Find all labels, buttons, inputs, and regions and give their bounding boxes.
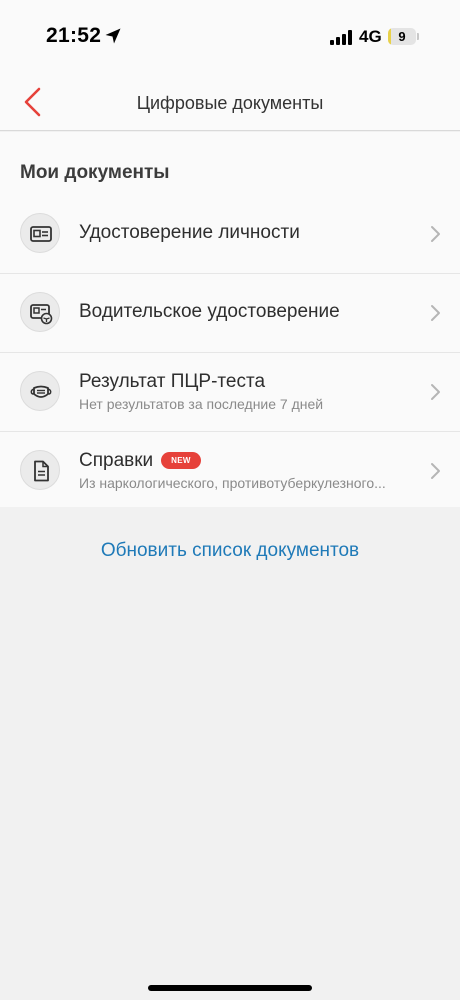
document-title: Результат ПЦР-теста xyxy=(79,371,266,392)
status-bar: 21:52 4G 9 xyxy=(0,0,460,72)
status-time: 21:52 xyxy=(46,24,102,47)
chevron-right-icon xyxy=(431,384,440,400)
document-item-pcr-test[interactable]: Результат ПЦР-теста Нет результатов за п… xyxy=(0,352,460,431)
battery-icon: 9 xyxy=(388,28,419,45)
document-item-driver-license[interactable]: Водительское удостоверение xyxy=(0,273,460,352)
page-title: Цифровые документы xyxy=(136,93,324,113)
document-list: Удостоверение личности Водительское удос… xyxy=(0,194,460,510)
signal-strength-icon xyxy=(330,30,352,45)
mask-icon xyxy=(20,371,60,411)
screen: 21:52 4G 9 Цифровые документы Мои докуме… xyxy=(0,0,460,1000)
id-card-icon xyxy=(20,213,60,253)
document-subtitle: Нет результатов за последние 7 дней xyxy=(79,396,324,412)
documents-panel: Мои документы Удостоверение личности Вод… xyxy=(0,132,460,507)
home-indicator[interactable] xyxy=(148,985,312,991)
document-title-row: Справки NEW xyxy=(79,450,201,472)
chevron-right-icon xyxy=(431,226,440,242)
document-item-id-card[interactable]: Удостоверение личности xyxy=(0,194,460,273)
new-badge: NEW xyxy=(161,452,201,469)
document-title: Водительское удостоверение xyxy=(79,301,340,322)
network-type: 4G xyxy=(359,27,382,46)
document-title: Удостоверение личности xyxy=(79,222,300,243)
document-title: Справки xyxy=(79,450,154,471)
section-title: Мои документы xyxy=(20,162,170,183)
chevron-right-icon xyxy=(431,305,440,321)
document-subtitle: Из наркологического, противотуберкулезно… xyxy=(79,475,386,491)
back-button[interactable] xyxy=(18,86,50,118)
document-icon xyxy=(20,450,60,490)
document-item-certificates[interactable]: Справки NEW Из наркологического, противот… xyxy=(0,431,460,510)
battery-level: 9 xyxy=(398,29,406,44)
nav-header: Цифровые документы xyxy=(0,72,460,131)
driver-license-icon xyxy=(20,292,60,332)
refresh-documents-link[interactable]: Обновить список документов xyxy=(0,540,460,562)
chevron-right-icon xyxy=(431,463,440,479)
location-arrow-icon xyxy=(105,28,121,44)
